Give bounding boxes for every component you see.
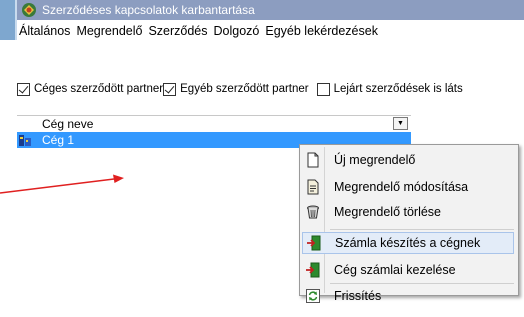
trash-bin-icon: [307, 205, 319, 219]
menu-item-ceg-szamlai[interactable]: Cég számlai kezelése: [302, 259, 514, 281]
exit-door-icon: [306, 262, 320, 278]
refresh-icon: [306, 289, 320, 303]
menu-item-megrendelo-modositasa[interactable]: Megrendelő módosítása: [302, 176, 514, 198]
menu-item-label: Megrendelő módosítása: [334, 180, 469, 194]
menu-separator: [330, 283, 514, 284]
menu-item-frissites[interactable]: Frissítés: [302, 286, 514, 306]
menu-separator: [330, 229, 514, 230]
menu-item-label: Számla készítés a cégnek: [335, 236, 481, 250]
exit-door-icon: [307, 235, 321, 251]
menu-item-szamla-keszites[interactable]: Számla készítés a cégnek: [302, 232, 514, 254]
edit-document-icon: [307, 179, 319, 195]
menu-item-megrendelo-torlese[interactable]: Megrendelő törlése: [302, 201, 514, 223]
menu-item-label: Új megrendelő: [334, 153, 416, 167]
menu-item-label: Frissítés: [334, 289, 382, 303]
new-document-icon: [307, 152, 319, 168]
menu-item-uj-megrendelo[interactable]: Új megrendelő: [302, 149, 514, 171]
menu-item-label: Cég számlai kezelése: [334, 263, 456, 277]
menu-item-label: Megrendelő törlése: [334, 205, 442, 219]
context-menu: Új megrendelő Megrendelő módosítása Megr…: [299, 144, 519, 303]
